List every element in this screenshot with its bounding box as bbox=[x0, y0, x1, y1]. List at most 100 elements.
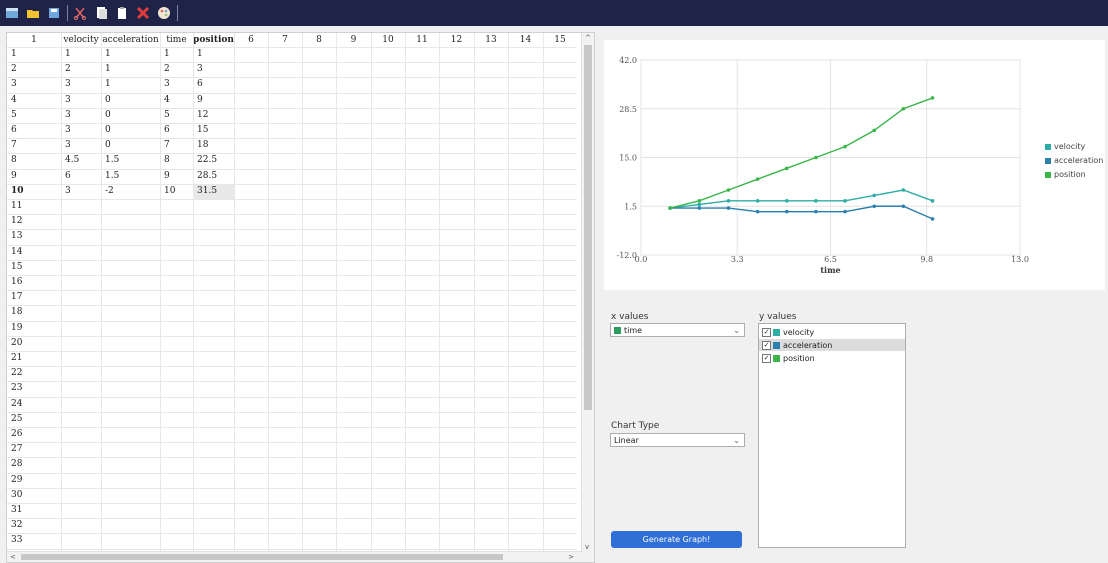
row-header[interactable]: 18 bbox=[7, 305, 61, 320]
column-header[interactable]: 7 bbox=[268, 33, 302, 47]
table-cell[interactable]: 1 bbox=[61, 47, 101, 62]
checkbox[interactable]: ✓ bbox=[762, 327, 771, 337]
row-header[interactable]: 17 bbox=[7, 290, 61, 305]
table-cell[interactable]: 15 bbox=[193, 123, 234, 138]
table-cell[interactable]: 3 bbox=[160, 77, 193, 92]
table-cell[interactable]: 1.5 bbox=[101, 153, 160, 168]
table-cell[interactable]: 10 bbox=[160, 184, 193, 199]
y-values-list[interactable]: ✓ velocity ✓ acceleration ✓ position bbox=[758, 323, 906, 548]
checkbox[interactable]: ✓ bbox=[762, 340, 771, 350]
table-cell[interactable]: 28.5 bbox=[193, 169, 234, 184]
table-cell[interactable]: 0 bbox=[101, 93, 160, 108]
table-cell[interactable]: 4 bbox=[160, 93, 193, 108]
column-header[interactable]: acceleration bbox=[101, 33, 160, 47]
table-cell[interactable]: 0 bbox=[101, 138, 160, 153]
column-header[interactable]: 14 bbox=[508, 33, 543, 47]
table-cell[interactable]: 3 bbox=[61, 138, 101, 153]
column-header[interactable]: position bbox=[193, 33, 234, 47]
row-header[interactable]: 22 bbox=[7, 366, 61, 381]
scroll-up-icon[interactable]: ^ bbox=[585, 34, 591, 42]
row-header[interactable]: 9 bbox=[7, 169, 61, 184]
scroll-left-icon[interactable]: < bbox=[10, 553, 16, 561]
table-cell[interactable]: 3 bbox=[61, 123, 101, 138]
palette-icon[interactable] bbox=[156, 5, 172, 21]
table-cell[interactable]: 3 bbox=[193, 62, 234, 77]
row-header[interactable]: 2 bbox=[7, 62, 61, 77]
row-header[interactable]: 3 bbox=[7, 77, 61, 92]
table-cell[interactable]: 1 bbox=[193, 47, 234, 62]
row-header[interactable]: 27 bbox=[7, 442, 61, 457]
table-cell[interactable]: 0 bbox=[101, 108, 160, 123]
table-cell[interactable]: 12 bbox=[193, 108, 234, 123]
table-cell[interactable]: 3 bbox=[61, 77, 101, 92]
save-icon[interactable] bbox=[46, 5, 62, 21]
table-cell[interactable]: 6 bbox=[61, 169, 101, 184]
table-cell[interactable]: 22.5 bbox=[193, 153, 234, 168]
row-header[interactable]: 21 bbox=[7, 351, 61, 366]
table-cell[interactable]: 1 bbox=[160, 47, 193, 62]
row-header[interactable]: 32 bbox=[7, 518, 61, 533]
row-header[interactable]: 19 bbox=[7, 321, 61, 336]
row-header[interactable]: 25 bbox=[7, 412, 61, 427]
table-cell[interactable]: 31.5 bbox=[193, 183, 234, 199]
table-cell[interactable]: 6 bbox=[193, 77, 234, 92]
table-cell[interactable]: 9 bbox=[193, 93, 234, 108]
scroll-right-icon[interactable]: > bbox=[568, 553, 574, 561]
open-icon[interactable] bbox=[25, 5, 41, 21]
y-values-item[interactable]: ✓ velocity bbox=[759, 326, 905, 338]
chart-type-dropdown[interactable]: Linear ⌄ bbox=[610, 433, 745, 447]
table-cell[interactable]: 3 bbox=[61, 93, 101, 108]
row-header[interactable]: 11 bbox=[7, 199, 61, 214]
column-header[interactable]: 8 bbox=[302, 33, 336, 47]
table-cell[interactable]: 6 bbox=[160, 123, 193, 138]
table-cell[interactable]: 5 bbox=[160, 108, 193, 123]
column-header[interactable]: 9 bbox=[336, 33, 371, 47]
row-header[interactable]: 15 bbox=[7, 260, 61, 275]
row-header[interactable]: 8 bbox=[7, 153, 61, 168]
copy-icon[interactable] bbox=[93, 5, 109, 21]
row-header[interactable]: 1 bbox=[7, 47, 61, 62]
column-header[interactable]: 15 bbox=[543, 33, 577, 47]
y-values-item[interactable]: ✓ acceleration bbox=[759, 339, 905, 351]
row-header[interactable]: 13 bbox=[7, 229, 61, 244]
y-values-item[interactable]: ✓ position bbox=[759, 352, 905, 364]
row-header[interactable]: 24 bbox=[7, 397, 61, 412]
paste-icon[interactable] bbox=[114, 5, 130, 21]
row-header[interactable]: 20 bbox=[7, 336, 61, 351]
row-header[interactable]: 4 bbox=[7, 93, 61, 108]
x-values-dropdown[interactable]: time ⌄ bbox=[610, 323, 745, 337]
column-header[interactable]: time bbox=[160, 33, 193, 47]
row-header[interactable]: 7 bbox=[7, 138, 61, 153]
table-cell[interactable]: 2 bbox=[160, 62, 193, 77]
column-header[interactable]: 6 bbox=[234, 33, 268, 47]
table-cell[interactable]: 3 bbox=[61, 108, 101, 123]
row-header[interactable]: 29 bbox=[7, 473, 61, 488]
scroll-down-icon[interactable]: v bbox=[585, 543, 589, 551]
table-cell[interactable]: 1.5 bbox=[101, 169, 160, 184]
row-header[interactable]: 16 bbox=[7, 275, 61, 290]
column-header[interactable]: 13 bbox=[474, 33, 508, 47]
column-header[interactable]: 11 bbox=[405, 33, 439, 47]
spreadsheet[interactable]: 1 velocity acceleration time position 6 7 8 9 10 1… bbox=[6, 32, 595, 563]
row-header[interactable]: 33 bbox=[7, 533, 61, 548]
table-cell[interactable]: 9 bbox=[160, 169, 193, 184]
horizontal-scrollbar[interactable]: < > bbox=[7, 551, 582, 562]
row-header[interactable]: 6 bbox=[7, 123, 61, 138]
horizontal-scroll-thumb[interactable] bbox=[21, 554, 503, 560]
row-header[interactable]: 12 bbox=[7, 214, 61, 229]
row-header[interactable]: 5 bbox=[7, 108, 61, 123]
row-header[interactable]: 14 bbox=[7, 245, 61, 260]
column-header[interactable]: 12 bbox=[439, 33, 474, 47]
row-header[interactable]: 31 bbox=[7, 503, 61, 518]
column-header[interactable]: 1 bbox=[7, 33, 61, 47]
generate-graph-button[interactable]: Generate Graph! bbox=[611, 531, 742, 548]
table-cell[interactable]: 18 bbox=[193, 138, 234, 153]
table-cell[interactable]: 8 bbox=[160, 153, 193, 168]
checkbox[interactable]: ✓ bbox=[762, 353, 771, 363]
table-cell[interactable]: 1 bbox=[101, 62, 160, 77]
table-cell[interactable]: -2 bbox=[101, 184, 160, 199]
column-header[interactable]: 10 bbox=[371, 33, 405, 47]
row-header[interactable]: 28 bbox=[7, 457, 61, 472]
new-icon[interactable] bbox=[4, 5, 20, 21]
row-header[interactable]: 10 bbox=[7, 184, 61, 199]
